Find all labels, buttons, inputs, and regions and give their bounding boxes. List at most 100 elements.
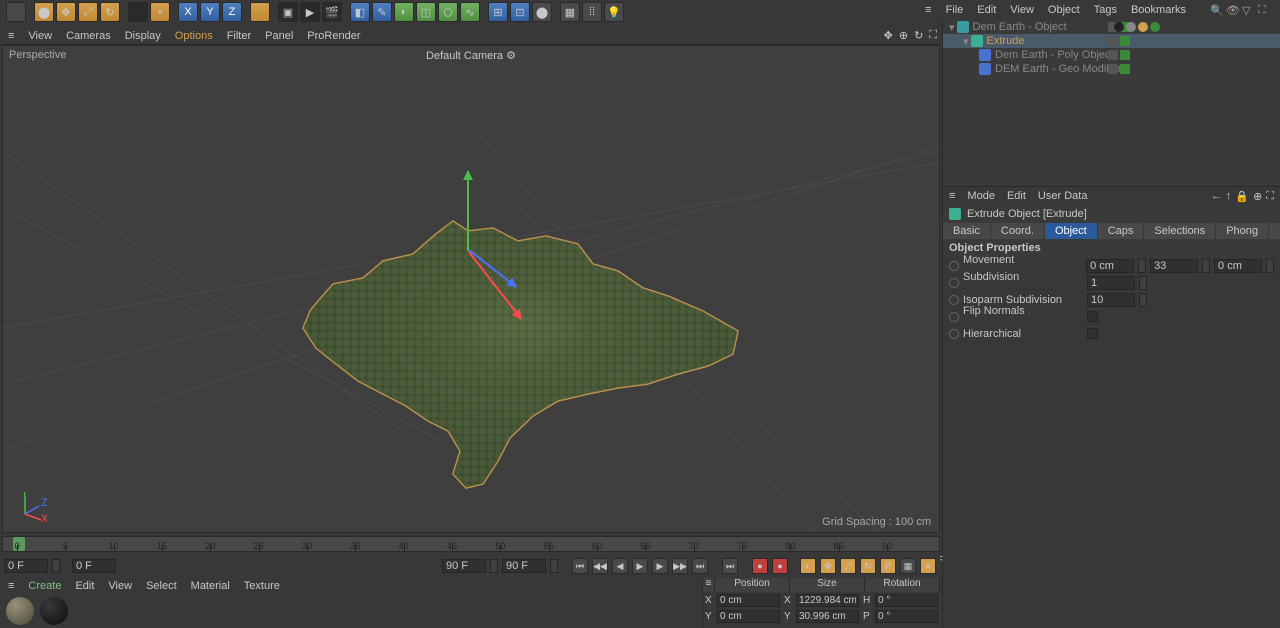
spinner[interactable] [1138, 259, 1146, 273]
create-menu[interactable]: Create [28, 580, 61, 592]
vp-panel-menu[interactable]: Panel [265, 30, 293, 42]
subdivision-input[interactable] [1087, 276, 1135, 290]
render-toggle[interactable] [1120, 50, 1130, 60]
size-y-input[interactable] [796, 610, 859, 623]
tree-row[interactable]: ▾ Dem Earth - Object [943, 20, 1280, 34]
coord-menu-icon[interactable]: ≡ [703, 578, 715, 592]
object-menu[interactable]: Object [1048, 4, 1080, 16]
environment-btn[interactable]: ⊞ [488, 2, 508, 22]
end-frame-input[interactable] [502, 559, 546, 573]
tag-icon[interactable] [1114, 22, 1124, 32]
size-x-input[interactable] [796, 594, 859, 607]
lock-icon[interactable]: 🔒 [1235, 190, 1249, 203]
eye-icon[interactable]: 👁 [1226, 4, 1238, 16]
goto-next-btn[interactable]: ⏭ [722, 558, 738, 574]
render-pv-btn[interactable]: ▶ [300, 2, 320, 22]
grid-btn[interactable]: ▦ [560, 2, 580, 22]
vp-cameras-menu[interactable]: Cameras [66, 30, 111, 42]
prev-key-btn[interactable]: ◀◀ [592, 558, 608, 574]
vp-options-menu[interactable]: Options [175, 30, 213, 42]
vp-icon3[interactable]: ↻ [914, 29, 923, 42]
rot-p-input[interactable] [875, 610, 938, 623]
expand-icon[interactable]: ▾ [963, 35, 969, 48]
pos-y-input[interactable] [717, 610, 780, 623]
render-toggle[interactable] [1120, 64, 1130, 74]
spinner[interactable] [490, 559, 498, 573]
tab-coord[interactable]: Coord. [991, 223, 1045, 239]
vp-prorender-menu[interactable]: ProRender [307, 30, 360, 42]
vp-icon4[interactable]: ⛶ [929, 29, 937, 42]
up-icon[interactable]: ↑ [1226, 190, 1232, 203]
x-axis-btn[interactable]: X [178, 2, 198, 22]
current-frame-input[interactable] [4, 559, 48, 573]
camera-btn[interactable]: ⊡ [510, 2, 530, 22]
menu-icon[interactable]: ≡ [925, 4, 931, 16]
tab-object[interactable]: Object [1045, 223, 1098, 239]
visibility-toggle[interactable] [1108, 64, 1118, 74]
prev-frame-btn[interactable]: ◀ [612, 558, 628, 574]
live-select-btn[interactable]: ⬤ [34, 2, 54, 22]
undo-btn[interactable] [6, 2, 26, 22]
rot-h-input[interactable] [875, 594, 938, 607]
play-btn[interactable]: ▶ [632, 558, 648, 574]
tag-icon[interactable] [1150, 22, 1160, 32]
param-key-btn[interactable]: P [880, 558, 896, 574]
start-frame-input[interactable] [72, 559, 116, 573]
maximize-icon[interactable]: ⛶ [1258, 4, 1270, 16]
next-key-btn[interactable]: ▶▶ [672, 558, 688, 574]
search-icon[interactable]: 🔍 [1210, 4, 1222, 16]
y-axis-btn[interactable]: Y [200, 2, 220, 22]
vp-icon2[interactable]: ⊕ [899, 29, 908, 42]
bulb-btn[interactable]: 💡 [604, 2, 624, 22]
mm-select-menu[interactable]: Select [146, 580, 177, 592]
goto-start-btn[interactable]: ⏮ [572, 558, 588, 574]
anim-layer-btn[interactable]: ≡ [920, 558, 936, 574]
filter-icon[interactable]: ▽ [1242, 4, 1254, 16]
record-btn[interactable]: ● [752, 558, 768, 574]
tree-row[interactable]: ▾ Extrude [943, 34, 1280, 48]
anim-dot[interactable] [949, 312, 959, 322]
scale-btn[interactable]: ⤢ [78, 2, 98, 22]
tab-selections[interactable]: Selections [1144, 223, 1216, 239]
attr-edit-menu[interactable]: Edit [1007, 190, 1026, 202]
tab-basic[interactable]: Basic [943, 223, 991, 239]
anim-dot[interactable] [949, 329, 959, 339]
movement-x-input[interactable] [1086, 259, 1134, 273]
settings-btn[interactable]: ⁞⁞ [582, 2, 602, 22]
mm-hamburger-icon[interactable]: ≡ [8, 580, 14, 592]
bookmarks-menu[interactable]: Bookmarks [1131, 4, 1186, 16]
attr-mode-menu[interactable]: Mode [967, 190, 995, 202]
spinner[interactable] [1266, 259, 1274, 273]
goto-end-btn[interactable]: ⏭ [692, 558, 708, 574]
attr-hamburger-icon[interactable]: ≡ [949, 190, 955, 202]
tag-icon[interactable] [1138, 22, 1148, 32]
rot-key-btn[interactable]: ↻ [860, 558, 876, 574]
hamburger-icon[interactable]: ≡ [8, 30, 14, 42]
pos-x-input[interactable] [717, 594, 780, 607]
spinner[interactable] [1202, 259, 1210, 273]
vp-icon1[interactable]: ✥ [884, 29, 893, 42]
file-menu[interactable]: File [946, 4, 964, 16]
render-toggle[interactable] [1120, 36, 1130, 46]
vp-display-menu[interactable]: Display [125, 30, 161, 42]
movement-z-input[interactable] [1214, 259, 1262, 273]
next-frame-btn[interactable]: ▶ [652, 558, 668, 574]
expand-icon[interactable]: ▾ [949, 21, 955, 34]
back-icon[interactable]: ← [1211, 190, 1222, 203]
grid-key-btn[interactable]: ▦ [900, 558, 916, 574]
edit-menu[interactable]: Edit [977, 4, 996, 16]
view-menu[interactable]: View [1010, 4, 1034, 16]
y-axis-handle[interactable] [467, 171, 469, 251]
max-icon[interactable]: ⛶ [1266, 190, 1274, 203]
tree-row[interactable]: DEM Earth - Geo Modifier [943, 62, 1280, 76]
tab-phong[interactable]: Phong [1216, 223, 1269, 239]
spinner[interactable] [52, 559, 60, 573]
z-axis-btn[interactable]: Z [222, 2, 242, 22]
keyframe-sel-btn[interactable]: ◐ [800, 558, 816, 574]
render-settings-btn[interactable]: 🎬 [322, 2, 342, 22]
vp-filter-menu[interactable]: Filter [227, 30, 251, 42]
range-end-input[interactable] [442, 559, 486, 573]
tag-icon[interactable] [1126, 22, 1136, 32]
tab-caps[interactable]: Caps [1098, 223, 1145, 239]
deformer-btn[interactable]: ∿ [460, 2, 480, 22]
